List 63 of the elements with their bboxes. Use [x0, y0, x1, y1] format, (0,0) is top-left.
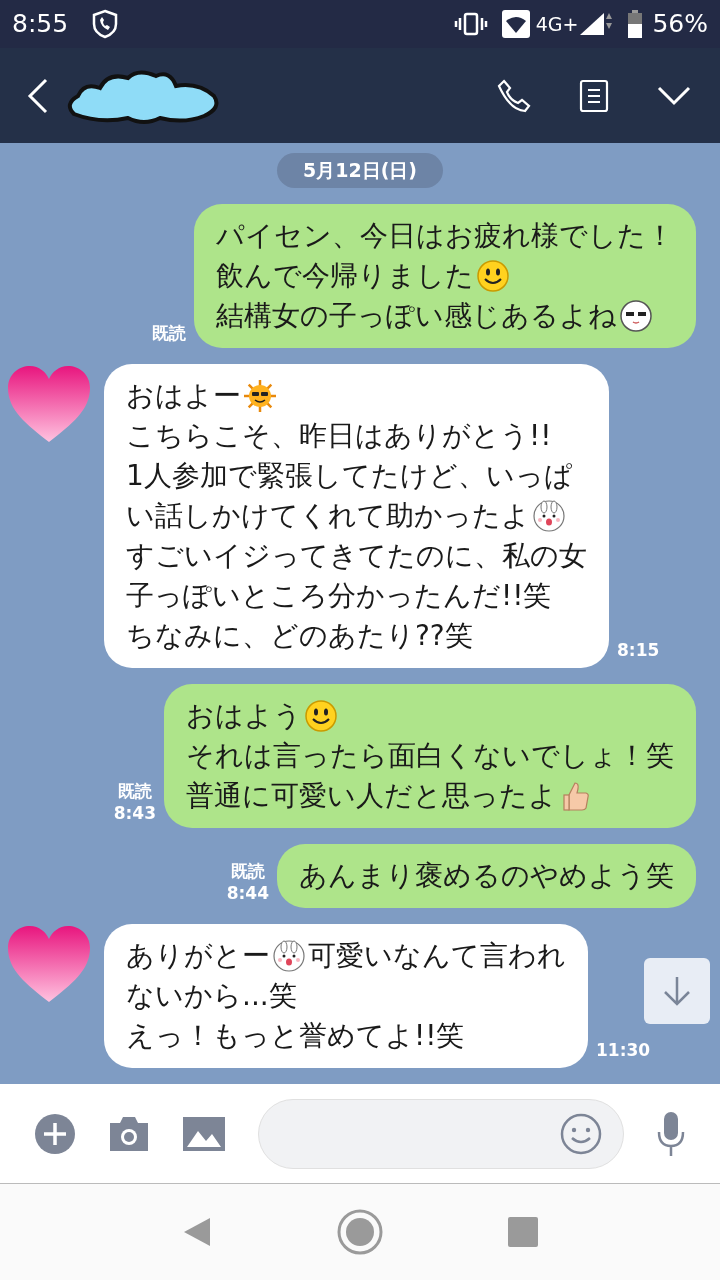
- battery-icon: [628, 10, 643, 38]
- add-button[interactable]: [34, 1112, 76, 1155]
- message-line: 結構女の子っぽい感じあるよね: [216, 295, 674, 336]
- phone-icon: [496, 77, 532, 114]
- document-icon: [579, 78, 609, 113]
- square-icon: [507, 1217, 538, 1247]
- back-button[interactable]: [26, 77, 50, 114]
- message-line: こちらこそ、昨日はありがとう!!: [126, 417, 553, 454]
- bunny-face-icon: [532, 498, 566, 533]
- smiley-icon: [476, 258, 510, 293]
- nav-home-button[interactable]: [337, 1209, 383, 1255]
- scroll-down-button[interactable]: [644, 958, 710, 1024]
- clock-time: 8:55: [12, 8, 69, 41]
- triangle-back-icon: [182, 1216, 213, 1248]
- message-line: おはよう: [186, 695, 674, 736]
- message-line: えっ！もっと誉めてよ!!笑: [126, 1017, 466, 1054]
- message-line: 1人参加で緊張してたけど、いっぱ: [126, 457, 574, 494]
- message-time: 8:43: [113, 801, 156, 824]
- network-type: 4G+: [535, 11, 579, 37]
- message-line: すごいイジってきてたのに、私の女: [126, 537, 587, 574]
- home-circle-icon: [337, 1209, 383, 1255]
- camera-button[interactable]: [108, 1114, 150, 1153]
- heart-avatar-icon: [6, 923, 92, 1004]
- image-icon: [182, 1115, 226, 1152]
- message-time: 8:15: [617, 639, 660, 662]
- nav-recents-button[interactable]: [507, 1217, 538, 1247]
- smiley-face-icon: [559, 1111, 603, 1156]
- message-line: 普通に可愛い人だと思ったよ: [186, 775, 674, 816]
- read-receipt: 既読: [230, 859, 265, 882]
- wifi-icon: [501, 10, 530, 38]
- message-line: おはよー: [126, 375, 587, 416]
- message-line: い話しかけてくれて助かったよ: [126, 495, 587, 536]
- image-button[interactable]: [182, 1115, 226, 1152]
- date-label: 5月12日(日): [277, 153, 443, 188]
- vibrate-icon: [453, 12, 488, 36]
- microphone-button[interactable]: [656, 1109, 686, 1158]
- shield-phone-icon: [92, 9, 119, 39]
- sun-with-sunglasses-icon: [243, 378, 277, 413]
- message-time: 8:44: [226, 881, 269, 904]
- sunglasses-face-icon: [619, 298, 653, 333]
- battery-percent: 56%: [652, 8, 708, 41]
- nav-back-button[interactable]: [182, 1216, 213, 1248]
- message-line: それは言ったら面白くないでしょ！笑: [186, 737, 674, 774]
- smiley-icon: [304, 698, 338, 733]
- message-line: 子っぽいところ分かったんだ!!笑: [126, 577, 553, 614]
- camera-icon: [108, 1114, 150, 1153]
- chevron-down-icon: [657, 85, 691, 106]
- bunny-face-icon: [272, 938, 306, 973]
- message-line: 飲んで今帰りました: [216, 255, 674, 296]
- message-line: ちなみに、どのあたり??笑: [126, 617, 474, 654]
- message-line: ありがとー 可愛いなんて言われ: [126, 937, 566, 975]
- microphone-icon: [656, 1109, 686, 1158]
- read-receipt: 既読: [152, 321, 186, 344]
- message-time: 11:30: [596, 1039, 651, 1062]
- read-receipt: 既読: [117, 779, 152, 802]
- heart-avatar-icon: [6, 363, 92, 444]
- plus-icon: [34, 1112, 76, 1155]
- message-line: ないから...笑: [126, 977, 298, 1014]
- back-icon: [26, 77, 50, 114]
- signal-icon: [578, 11, 615, 37]
- message-line: あんまり褒めるのやめよう笑: [299, 857, 674, 894]
- arrow-down-icon: [662, 975, 692, 1007]
- message-line: パイセン、今日はお疲れ様でした！: [216, 217, 674, 254]
